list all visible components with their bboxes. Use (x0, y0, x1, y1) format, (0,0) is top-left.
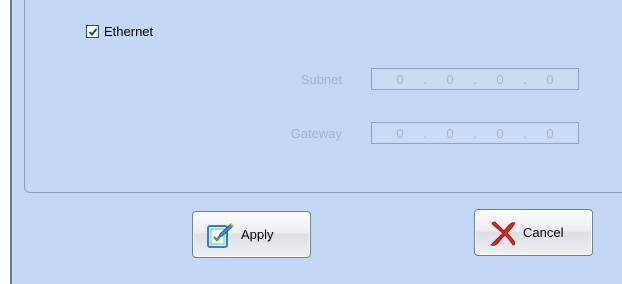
cancel-button-label: Cancel (523, 225, 564, 240)
gateway-label: Gateway (290, 126, 342, 141)
ethernet-checkbox[interactable] (86, 24, 99, 38)
ip-separator: . (423, 71, 427, 87)
ethernet-checkbox-row[interactable]: Ethernet (86, 21, 153, 41)
subnet-label: Subnet (300, 72, 342, 87)
subnet-octet-2[interactable]: 0 (439, 72, 461, 87)
apply-button[interactable]: Apply (192, 211, 311, 258)
ip-separator: . (423, 125, 427, 141)
gateway-octet-2[interactable]: 0 (439, 126, 461, 141)
ip-separator: . (523, 125, 527, 141)
ip-separator: . (473, 71, 477, 87)
checkmark-icon (88, 27, 98, 36)
subnet-ip-field[interactable]: 0 . 0 . 0 . 0 (371, 68, 579, 90)
gateway-octet-3[interactable]: 0 (489, 126, 511, 141)
cancel-button[interactable]: Cancel (474, 209, 593, 256)
subnet-octet-3[interactable]: 0 (489, 72, 511, 87)
gateway-octet-4[interactable]: 0 (539, 126, 561, 141)
apply-edit-icon (205, 220, 235, 250)
ip-separator: . (473, 125, 477, 141)
ip-separator: . (523, 71, 527, 87)
ethernet-label: Ethernet (104, 23, 154, 39)
apply-button-label: Apply (241, 227, 274, 242)
cancel-x-icon (487, 218, 517, 248)
subnet-octet-4[interactable]: 0 (539, 72, 561, 87)
gateway-octet-1[interactable]: 0 (389, 126, 411, 141)
subnet-octet-1[interactable]: 0 (389, 72, 411, 87)
gateway-ip-field[interactable]: 0 . 0 . 0 . 0 (371, 122, 579, 144)
